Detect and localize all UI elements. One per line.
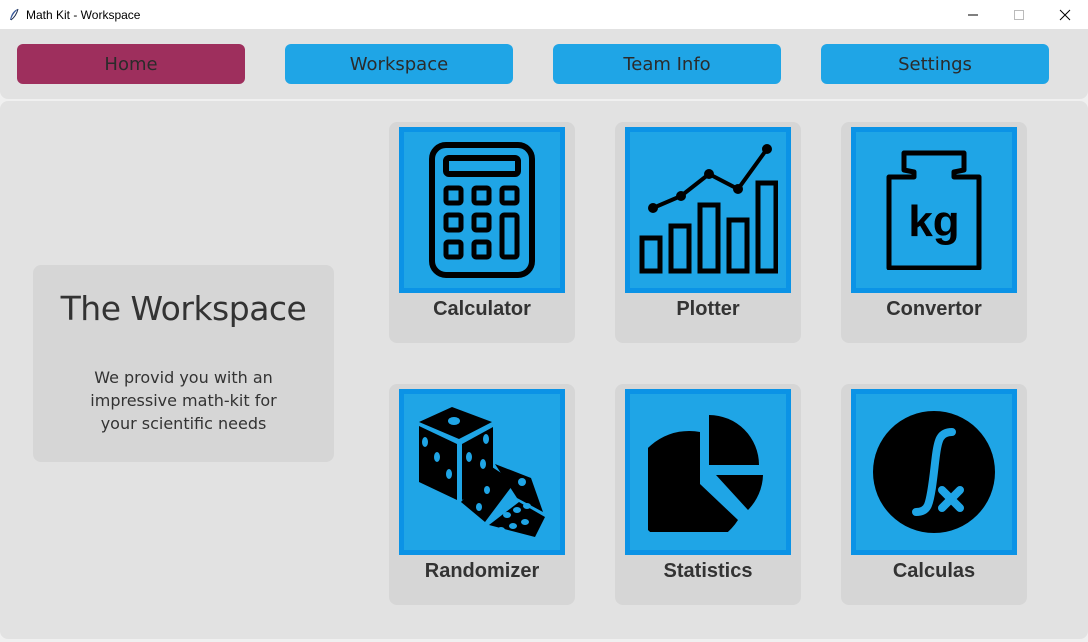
window-controls <box>950 0 1088 29</box>
tool-card-statistics[interactable]: Statistics <box>615 384 801 605</box>
tool-label: Plotter <box>676 298 740 320</box>
nav-settings-button[interactable]: Settings <box>821 44 1049 84</box>
minimize-icon <box>968 14 978 15</box>
tool-card-convertor[interactable]: kg Convertor <box>841 122 1027 343</box>
nav-team-info-button[interactable]: Team Info <box>553 44 781 84</box>
statistics-tile[interactable] <box>625 389 791 555</box>
nav-bar: Home Workspace Team Info Settings <box>0 29 1088 99</box>
calculas-tile[interactable] <box>851 389 1017 555</box>
dice-icon <box>419 407 545 537</box>
randomizer-tile[interactable] <box>399 389 565 555</box>
nav-workspace-button[interactable]: Workspace <box>285 44 513 84</box>
tool-label: Randomizer <box>424 560 540 582</box>
feather-icon <box>7 8 21 22</box>
tool-card-plotter[interactable]: Plotter <box>615 122 801 343</box>
plotter-tile[interactable] <box>625 127 791 293</box>
close-button[interactable] <box>1042 0 1088 29</box>
maximize-icon <box>1014 9 1024 20</box>
intro-heading: The Workspace <box>60 289 307 328</box>
calculator-tile[interactable] <box>399 127 565 293</box>
integral-icon <box>873 411 995 533</box>
pie-chart-icon <box>648 415 763 532</box>
convertor-tile[interactable]: kg <box>851 127 1017 293</box>
maximize-button[interactable] <box>996 0 1042 29</box>
intro-card: The Workspace We provid you with an impr… <box>33 265 334 462</box>
close-icon <box>1059 9 1071 20</box>
tool-card-calculator[interactable]: Calculator <box>389 122 575 343</box>
kg-weight-icon: kg <box>886 150 982 270</box>
tool-label: Calculas <box>892 560 976 582</box>
minimize-button[interactable] <box>950 0 996 29</box>
svg-text:kg: kg <box>908 197 959 246</box>
window-title: Math Kit - Workspace <box>26 7 141 22</box>
tool-label: Statistics <box>663 560 753 582</box>
calculator-icon <box>429 142 535 278</box>
workspace-panel: The Workspace We provid you with an impr… <box>0 101 1088 639</box>
tool-label: Calculator <box>433 298 531 320</box>
tool-label: Convertor <box>886 298 982 320</box>
title-bar: Math Kit - Workspace <box>0 0 1088 29</box>
tool-card-calculas[interactable]: Calculas <box>841 384 1027 605</box>
intro-description: We provid you with an impressive math-ki… <box>90 368 277 433</box>
nav-home-button[interactable]: Home <box>17 44 245 84</box>
tool-card-randomizer[interactable]: Randomizer <box>389 384 575 605</box>
bar-line-chart-icon <box>639 143 778 273</box>
